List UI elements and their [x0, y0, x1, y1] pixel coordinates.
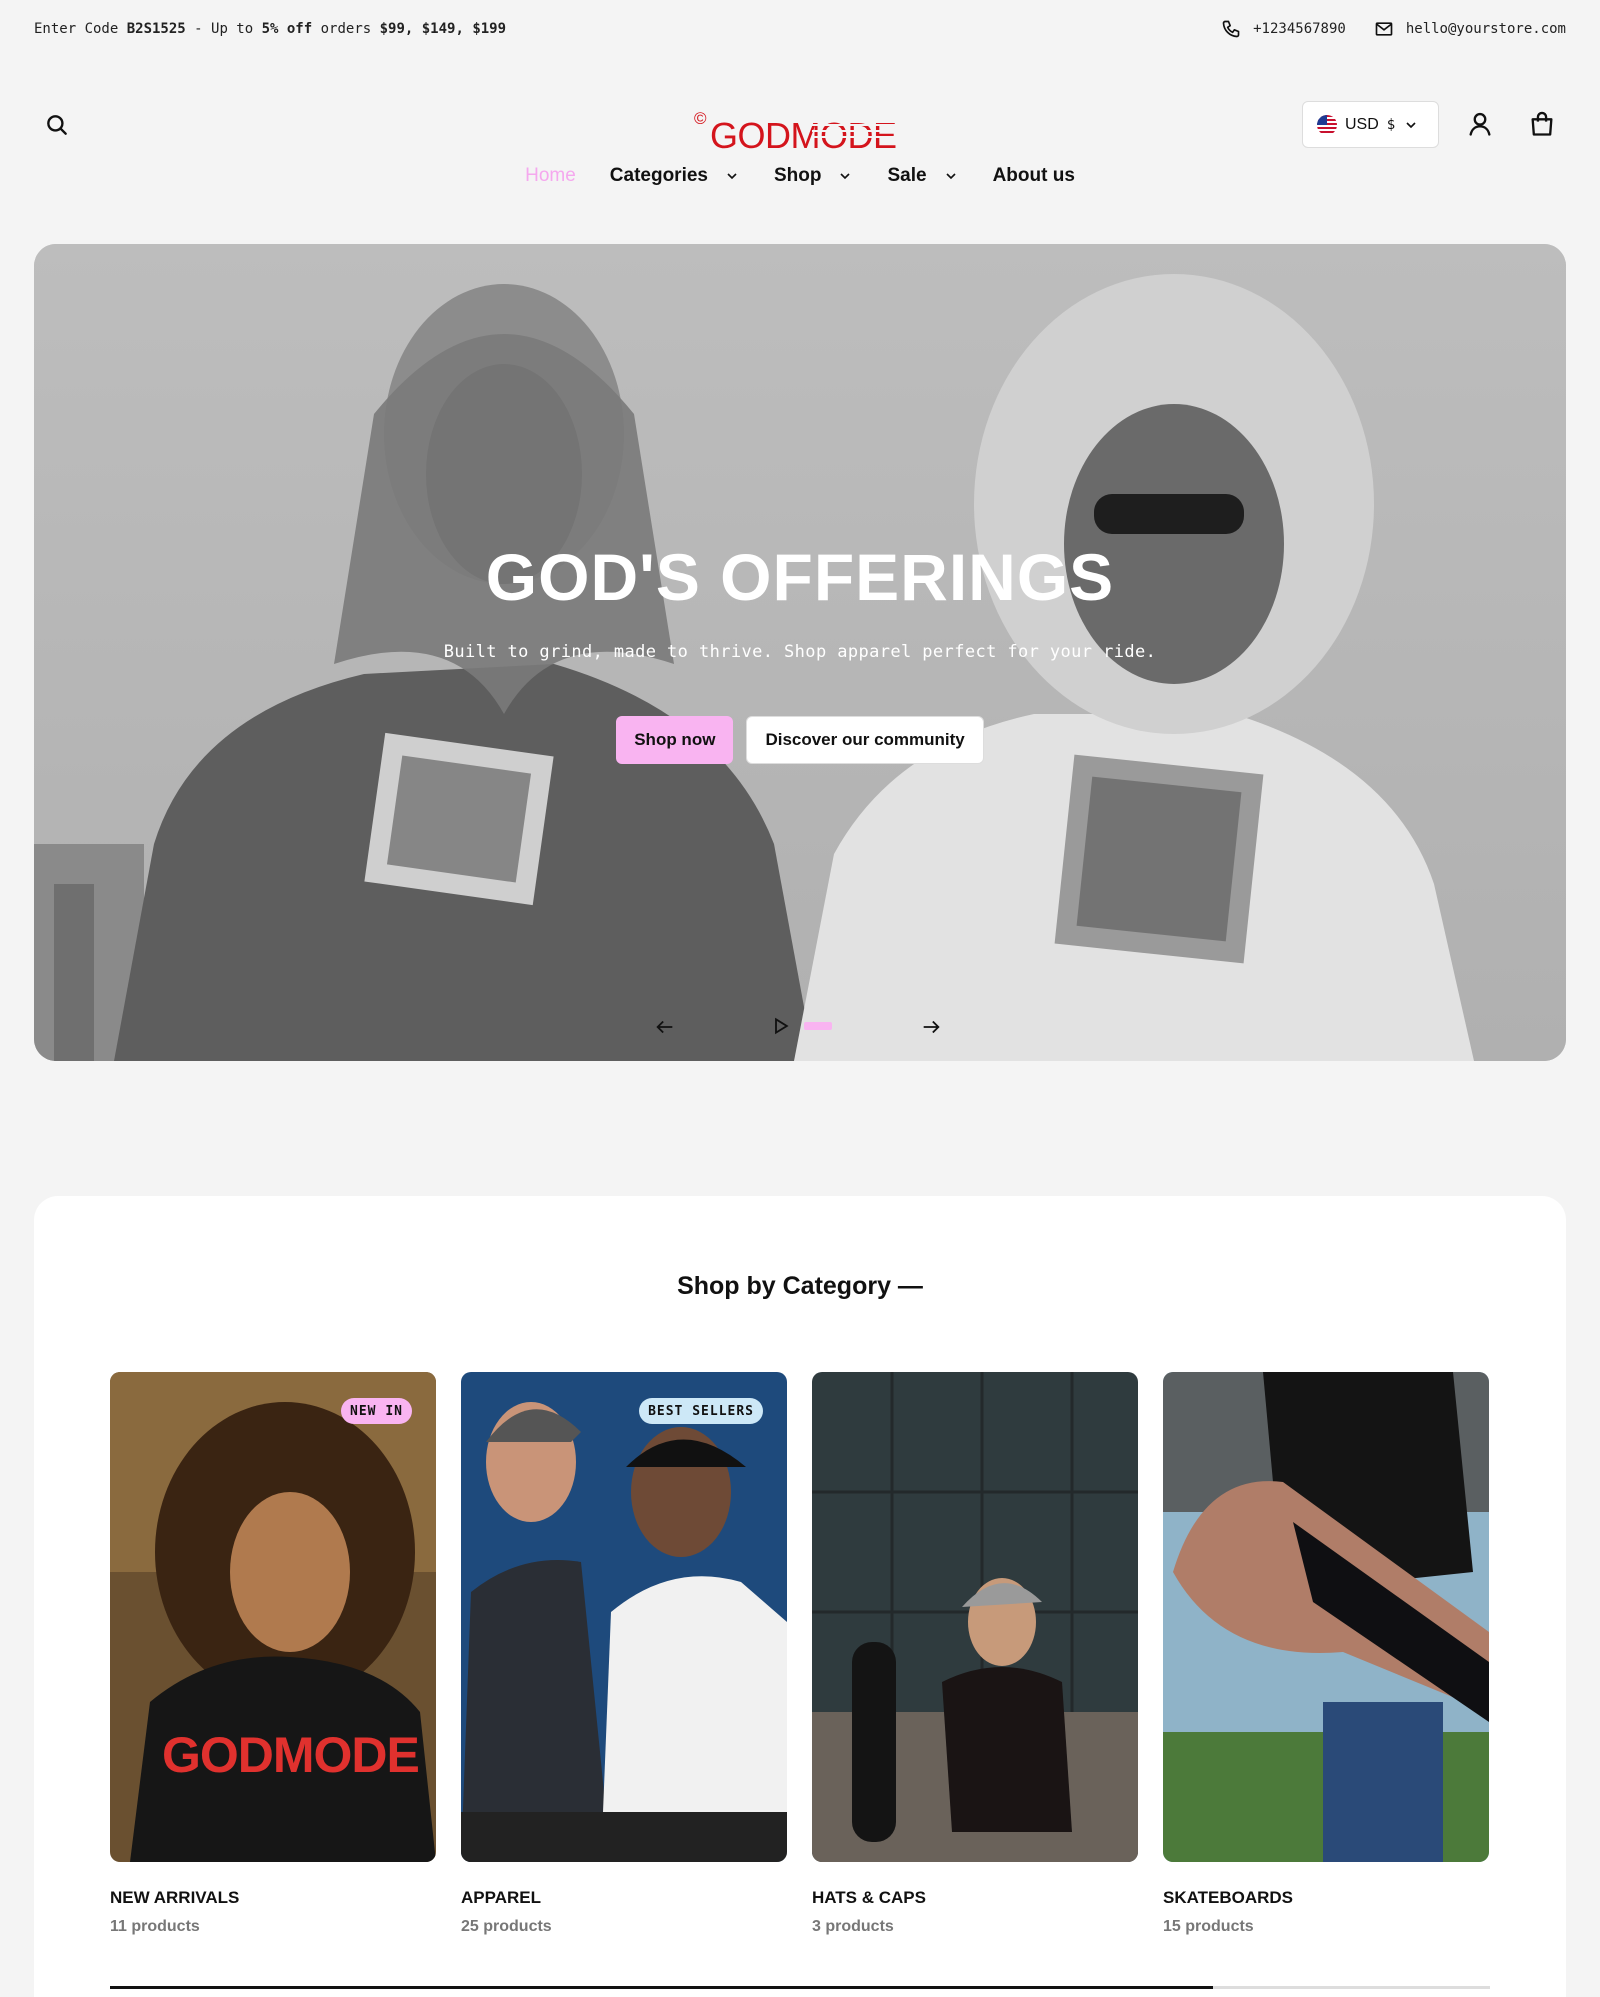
brand-logo[interactable]: © GODMODE: [692, 102, 912, 158]
category-card-hats-caps[interactable]: HATS & CAPS 3 products: [812, 1372, 1138, 1936]
brand-mark: ©: [694, 109, 707, 128]
nav-about-label: About us: [992, 165, 1075, 186]
currency-symbol: $: [1386, 116, 1396, 133]
promo-prefix: Enter Code: [34, 21, 127, 37]
apparel-photo: [461, 1372, 787, 1862]
announcement-bar: Enter Code B2S1525 - Up to 5% off orders…: [0, 0, 1600, 58]
category-count: 15 products: [1163, 1918, 1254, 1935]
category-scrollbar[interactable]: [110, 1986, 1490, 1989]
category-image[interactable]: [1163, 1372, 1489, 1862]
phone-icon: [1222, 20, 1240, 38]
shop-by-category: Shop by Category — GODMODE NEW IN NEW AR…: [34, 1196, 1566, 1997]
currency-selector[interactable]: USD $: [1302, 101, 1439, 148]
arrow-left-icon[interactable]: [654, 1016, 676, 1038]
slideshow-controls: [34, 1014, 1566, 1038]
chevron-down-icon: [840, 173, 851, 180]
promo-discount: 5% off: [261, 21, 313, 37]
category-title[interactable]: APPAREL: [461, 1888, 787, 1908]
nav-categories[interactable]: Categories: [610, 160, 740, 192]
discover-community-button[interactable]: Discover our community: [746, 716, 984, 764]
slide-indicator-active[interactable]: [804, 1022, 832, 1030]
category-title[interactable]: HATS & CAPS: [812, 1888, 1138, 1908]
hero-subtitle: Built to grind, made to thrive. Shop app…: [443, 642, 1157, 662]
best-sellers-badge: BEST SELLERS: [639, 1398, 763, 1424]
new-in-badge: NEW IN: [341, 1398, 412, 1424]
phone-number: +1234567890: [1253, 21, 1346, 37]
site-header: © GODMODE USD $: [0, 90, 1600, 160]
us-flag-icon: [1317, 114, 1337, 135]
account-icon[interactable]: [1466, 110, 1494, 138]
mail-icon: [1375, 22, 1393, 36]
phone-link[interactable]: +1234567890: [1221, 19, 1346, 39]
hero-title: GOD'S OFFERINGS: [485, 540, 1115, 614]
promo-tiers: $99, $149, $199: [379, 21, 507, 37]
promo-text: Enter Code B2S1525 - Up to 5% off orders…: [34, 21, 506, 37]
brand-name: GODMODE: [710, 115, 897, 156]
category-card-skateboards[interactable]: SKATEBOARDS 15 products: [1163, 1372, 1489, 1936]
chevron-down-icon: [945, 173, 956, 180]
hero-banner: GOD'S OFFERINGS Built to grind, made to …: [34, 244, 1566, 1061]
category-card-apparel[interactable]: BEST SELLERS APPAREL 25 products: [461, 1372, 787, 1936]
category-image[interactable]: [812, 1372, 1138, 1862]
chevron-down-icon: [1406, 121, 1416, 128]
search-icon[interactable]: [44, 112, 70, 138]
nav-shop[interactable]: Shop: [774, 160, 854, 192]
nav-categories-label: Categories: [609, 165, 708, 186]
promo-code: B2S1525: [126, 21, 186, 37]
contact-info: +1234567890 hello@yourstore.com: [1221, 19, 1566, 39]
category-count: 25 products: [461, 1918, 552, 1935]
category-count: 11 products: [110, 1918, 200, 1935]
skateboards-photo: [1163, 1372, 1489, 1862]
nav-sale[interactable]: Sale: [887, 160, 958, 192]
svg-text:GODMODE: GODMODE: [162, 1727, 419, 1783]
chevron-down-icon: [727, 173, 737, 180]
shopping-bag-icon[interactable]: [1528, 110, 1556, 138]
nav-home[interactable]: Home: [525, 160, 576, 192]
section-heading: Shop by Category —: [677, 1272, 923, 1300]
promo-after: orders: [312, 21, 380, 37]
nav-home-label: Home: [525, 165, 576, 186]
email-address: hello@yourstore.com: [1405, 21, 1566, 37]
promo-middle: - Up to: [185, 21, 262, 37]
category-count: 3 products: [812, 1918, 894, 1935]
nav-sale-label: Sale: [887, 165, 927, 186]
currency-code: USD: [1345, 115, 1379, 133]
nav-shop-label: Shop: [773, 165, 822, 186]
category-image[interactable]: GODMODE NEW IN: [110, 1372, 436, 1862]
main-nav: Home Categories Shop Sale About us: [0, 160, 1600, 192]
category-title[interactable]: SKATEBOARDS: [1163, 1888, 1489, 1908]
play-icon[interactable]: [771, 1016, 791, 1036]
email-link[interactable]: hello@yourstore.com: [1374, 19, 1566, 39]
shop-now-button[interactable]: Shop now: [616, 716, 734, 764]
category-card-new-arrivals[interactable]: GODMODE NEW IN NEW ARRIVALS 11 products: [110, 1372, 436, 1936]
nav-about[interactable]: About us: [993, 160, 1075, 192]
category-title[interactable]: NEW ARRIVALS: [110, 1888, 436, 1908]
hero-actions: Shop now Discover our community: [34, 716, 1566, 764]
scrollbar-thumb[interactable]: [110, 1986, 1213, 1989]
new-arrivals-photo: GODMODE: [110, 1372, 436, 1862]
category-image[interactable]: BEST SELLERS: [461, 1372, 787, 1862]
arrow-right-icon[interactable]: [920, 1016, 942, 1038]
hats-caps-photo: [812, 1372, 1138, 1862]
